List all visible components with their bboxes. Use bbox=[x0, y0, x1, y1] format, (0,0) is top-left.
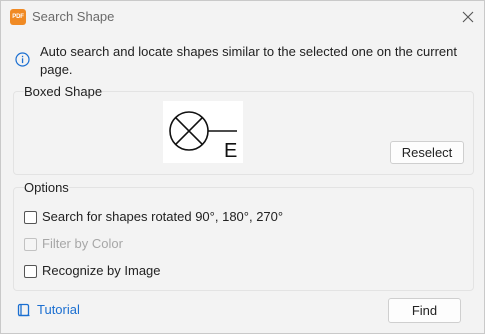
rotated-shapes-option[interactable]: Search for shapes rotated 90°, 180°, 270… bbox=[24, 208, 283, 226]
title-bar: PDF Search Shape bbox=[1, 1, 484, 33]
recognize-by-image-checkbox[interactable] bbox=[24, 264, 37, 278]
options-label: Options bbox=[24, 180, 69, 196]
info-banner: Auto search and locate shapes similar to… bbox=[13, 41, 475, 81]
boxed-shape-label: Boxed Shape bbox=[24, 84, 103, 100]
filter-by-color-checkbox bbox=[24, 237, 37, 251]
info-icon bbox=[15, 52, 30, 67]
reselect-button[interactable]: Reselect bbox=[390, 141, 464, 164]
rotated-shapes-checkbox[interactable] bbox=[24, 210, 37, 224]
app-logo-icon: PDF bbox=[10, 9, 26, 25]
close-button[interactable] bbox=[457, 7, 479, 27]
info-text: Auto search and locate shapes similar to… bbox=[40, 44, 457, 77]
boxed-shape-group: Boxed Shape E Reselect bbox=[13, 84, 474, 175]
tutorial-link[interactable]: Tutorial bbox=[17, 301, 80, 319]
recognize-by-image-option[interactable]: Recognize by Image bbox=[24, 262, 161, 280]
find-button[interactable]: Find bbox=[388, 298, 461, 323]
filter-by-color-label: Filter by Color bbox=[42, 236, 123, 251]
options-group: Options Search for shapes rotated 90°, 1… bbox=[13, 180, 474, 291]
tutorial-label: Tutorial bbox=[37, 302, 80, 317]
shape-preview: E bbox=[163, 101, 243, 163]
rotated-shapes-label: Search for shapes rotated 90°, 180°, 270… bbox=[42, 209, 284, 224]
book-icon bbox=[17, 303, 30, 317]
dialog-title: Search Shape bbox=[32, 9, 115, 24]
shape-preview-letter: E bbox=[224, 140, 237, 162]
recognize-by-image-label: Recognize by Image bbox=[42, 263, 161, 278]
close-icon bbox=[462, 11, 474, 23]
search-shape-dialog: PDF Search Shape Auto search and locate … bbox=[0, 0, 485, 334]
shape-preview-image: E bbox=[169, 111, 237, 162]
filter-by-color-option: Filter by Color bbox=[24, 235, 123, 253]
